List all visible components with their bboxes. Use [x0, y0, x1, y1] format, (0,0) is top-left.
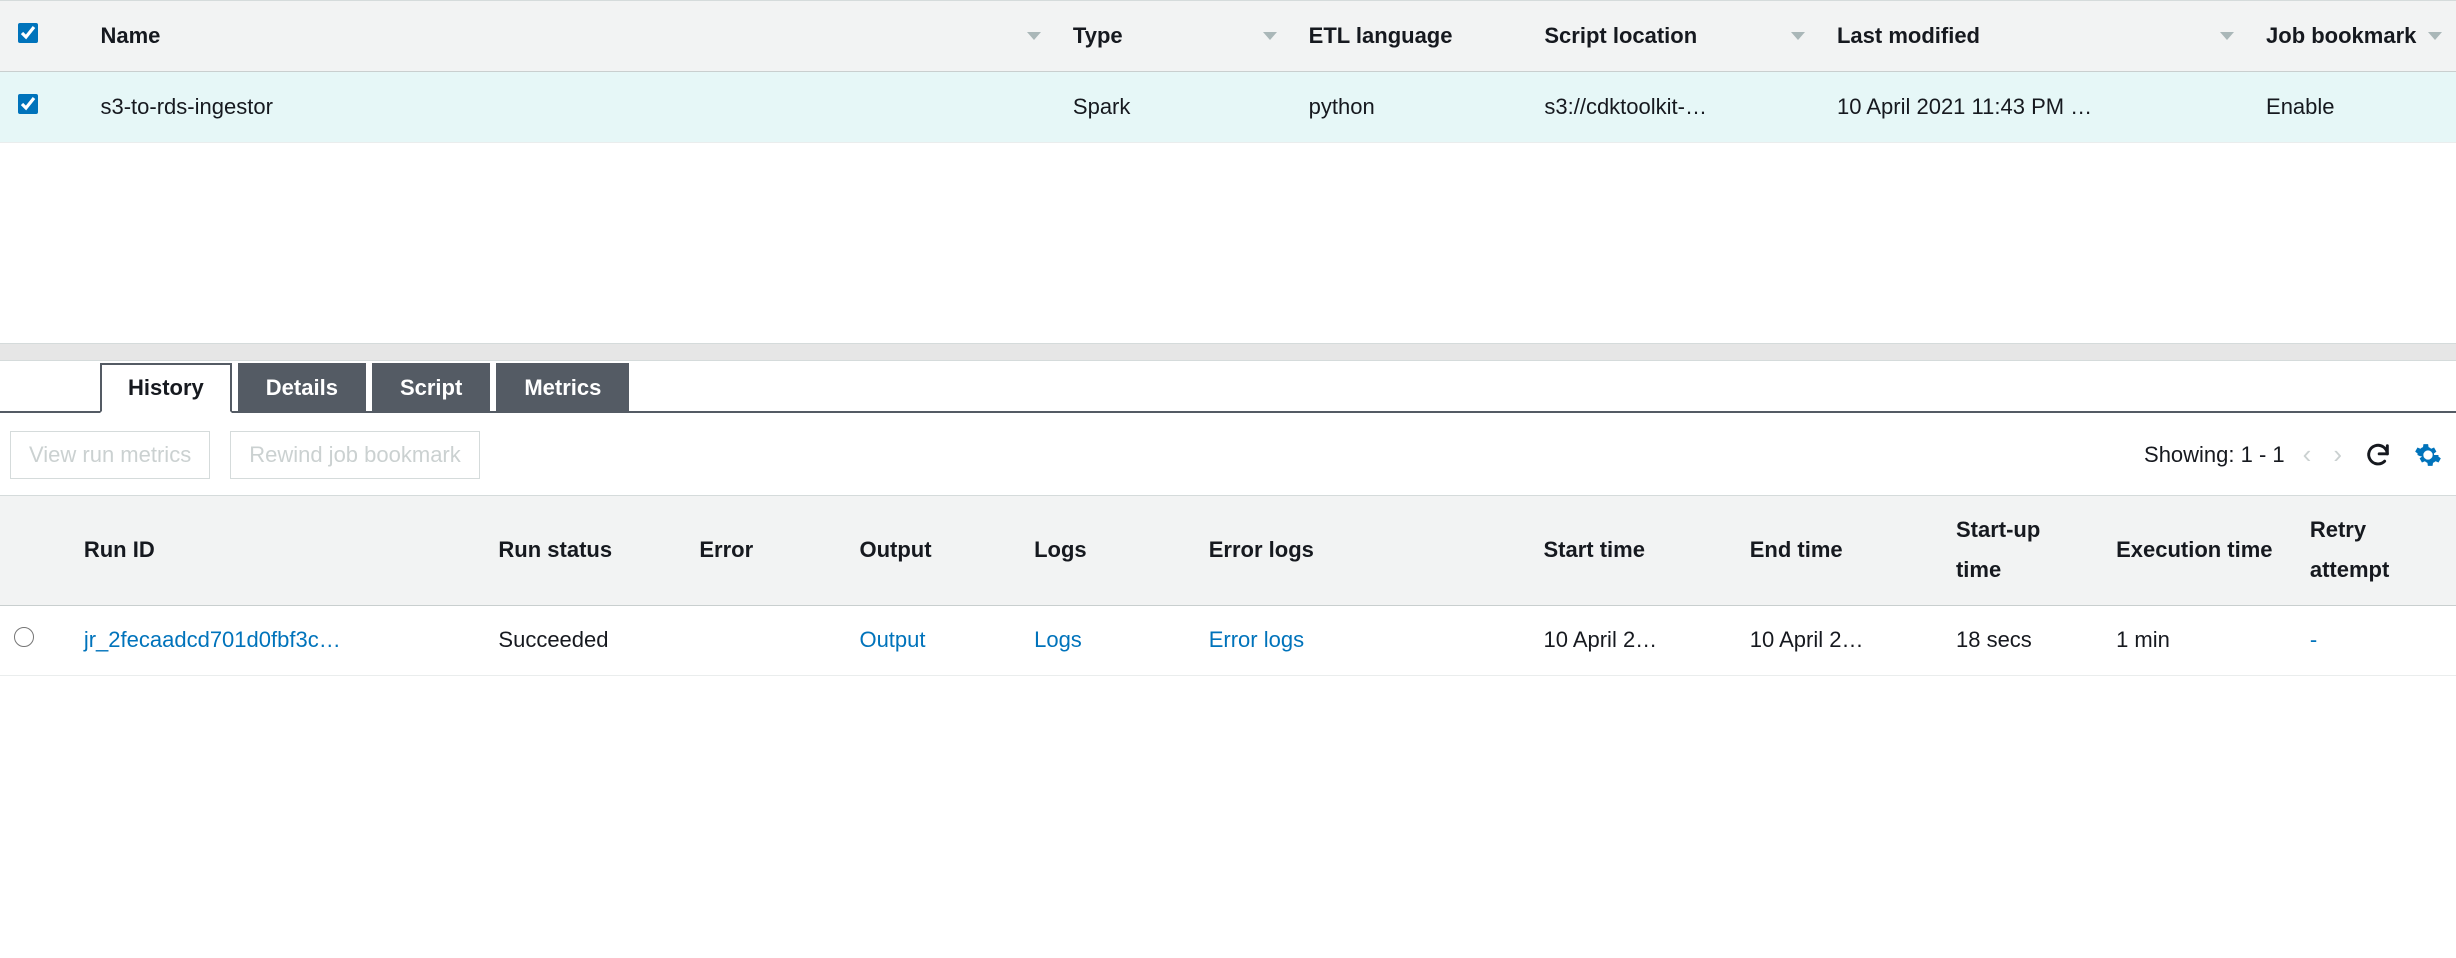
jobs-table: Name Type ETL language Script location L… [0, 0, 2456, 143]
panel-splitter[interactable] [0, 343, 2456, 361]
view-run-metrics-button[interactable]: View run metrics [10, 431, 210, 479]
col-header-job-bookmark[interactable]: Job bookmark [2248, 1, 2456, 72]
tab-script[interactable]: Script [372, 363, 490, 413]
select-all-checkbox[interactable] [18, 23, 38, 43]
run-exec-cell: 1 min [2102, 605, 2296, 675]
runs-toolbar: View run metrics Rewind job bookmark Sho… [0, 413, 2456, 495]
sort-caret-icon[interactable] [2428, 32, 2442, 40]
runs-header-row: Run ID Run status Error Output Logs Erro… [0, 495, 2456, 605]
job-modified-cell: 10 April 2021 11:43 PM … [1819, 71, 2248, 142]
sort-caret-icon[interactable] [1791, 32, 1805, 40]
job-type-cell: Spark [1055, 71, 1291, 142]
col-header-loc-label: Script location [1544, 23, 1697, 48]
sort-caret-icon[interactable] [1263, 32, 1277, 40]
col-header-run-id[interactable]: Run ID [70, 495, 485, 605]
col-header-error-logs[interactable]: Error logs [1195, 495, 1530, 605]
run-start-cell: 10 April 2… [1529, 605, 1735, 675]
col-header-name-label: Name [101, 23, 161, 48]
rewind-bookmark-button[interactable]: Rewind job bookmark [230, 431, 480, 479]
job-lang-cell: python [1291, 71, 1527, 142]
col-header-execution-time[interactable]: Execution time [2102, 495, 2296, 605]
col-header-run-status[interactable]: Run status [484, 495, 685, 605]
run-row[interactable]: jr_2fecaadcd701d0fbf3c… Succeeded Output… [0, 605, 2456, 675]
job-row[interactable]: s3-to-rds-ingestor Spark python s3://cdk… [0, 71, 2456, 142]
tab-details[interactable]: Details [238, 363, 366, 413]
runs-table: Run ID Run status Error Output Logs Erro… [0, 495, 2456, 676]
col-header-bookmark-label: Job bookmark [2266, 23, 2416, 48]
showing-label: Showing: 1 - 1 [2144, 442, 2285, 468]
sort-caret-icon[interactable] [1027, 32, 1041, 40]
col-header-last-modified[interactable]: Last modified [1819, 1, 2248, 72]
run-end-cell: 10 April 2… [1736, 605, 1942, 675]
col-header-retry-attempt[interactable]: Retry attempt [2296, 495, 2456, 605]
jobs-header-row: Name Type ETL language Script location L… [0, 1, 2456, 72]
col-header-logs[interactable]: Logs [1020, 495, 1195, 605]
col-header-start-time[interactable]: Start time [1529, 495, 1735, 605]
run-error-cell [685, 605, 845, 675]
col-header-script-location[interactable]: Script location [1526, 1, 1819, 72]
run-logs-link[interactable]: Logs [1034, 627, 1082, 652]
col-header-error[interactable]: Error [685, 495, 845, 605]
gear-icon[interactable] [2410, 441, 2446, 469]
row-checkbox[interactable] [18, 94, 38, 114]
page-next-icon[interactable]: › [2329, 439, 2346, 470]
col-header-lang[interactable]: ETL language [1291, 1, 1527, 72]
col-header-name[interactable]: Name [83, 1, 1055, 72]
col-header-end-time[interactable]: End time [1736, 495, 1942, 605]
pagination: Showing: 1 - 1 ‹ › [2144, 439, 2446, 470]
run-error-logs-link[interactable]: Error logs [1209, 627, 1304, 652]
col-header-type[interactable]: Type [1055, 1, 1291, 72]
job-loc-cell: s3://cdktoolkit-… [1526, 71, 1819, 142]
run-status-cell: Succeeded [484, 605, 685, 675]
col-header-startup-time[interactable]: Start-up time [1942, 495, 2102, 605]
sort-caret-icon[interactable] [2220, 32, 2234, 40]
run-id-link[interactable]: jr_2fecaadcd701d0fbf3c… [84, 627, 341, 652]
job-bookmark-cell: Enable [2248, 71, 2456, 142]
col-header-output[interactable]: Output [845, 495, 1020, 605]
col-header-lang-label: ETL language [1309, 23, 1453, 48]
refresh-icon[interactable] [2360, 441, 2396, 469]
run-retry-cell: - [2310, 627, 2317, 652]
run-output-link[interactable]: Output [859, 627, 925, 652]
job-name-cell: s3-to-rds-ingestor [83, 71, 1055, 142]
run-row-radio[interactable] [14, 627, 34, 647]
page-prev-icon[interactable]: ‹ [2299, 439, 2316, 470]
tab-metrics[interactable]: Metrics [496, 363, 629, 413]
run-startup-cell: 18 secs [1942, 605, 2102, 675]
tab-history[interactable]: History [100, 363, 232, 413]
col-header-type-label: Type [1073, 23, 1123, 48]
col-header-modified-label: Last modified [1837, 23, 1980, 48]
detail-tabs: History Details Script Metrics [0, 361, 2456, 413]
